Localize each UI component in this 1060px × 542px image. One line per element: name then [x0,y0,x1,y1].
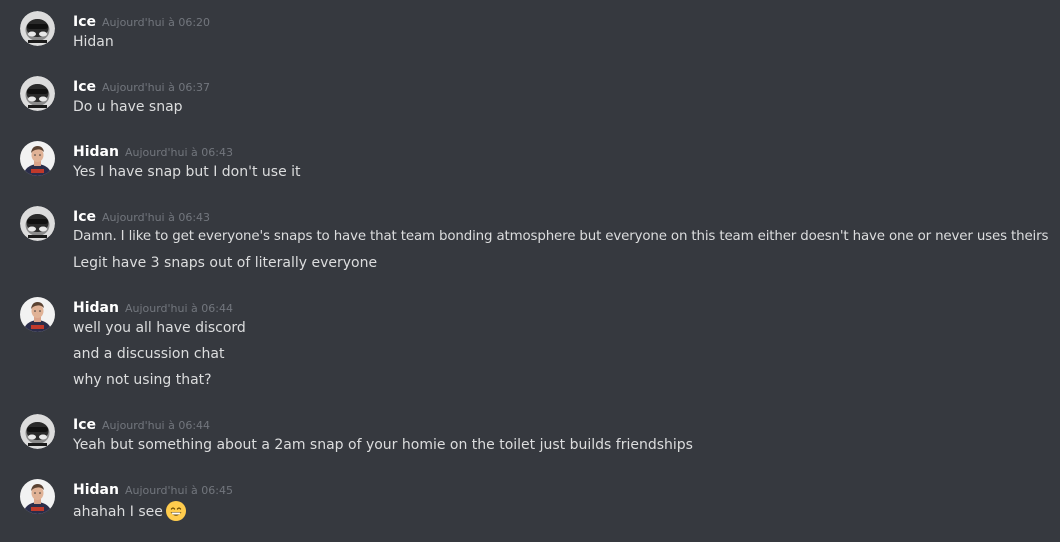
avatar[interactable] [20,76,55,111]
username[interactable]: Hidan [73,300,119,316]
timestamp: Aujourd'hui à 06:43 [102,211,211,224]
message-text: Do u have snap [73,99,183,115]
message-text: ahahah I see [73,500,187,522]
helmet-avatar-icon [20,11,55,46]
avatar[interactable] [20,11,55,46]
avatar[interactable] [20,206,55,241]
grinning-smile-emoji-icon [165,501,186,521]
username[interactable]: Hidan [73,482,119,498]
message-header: Ice Aujourd'hui à 06:43 [73,206,210,226]
avatar[interactable] [20,479,55,514]
timestamp: Aujourd'hui à 06:20 [102,16,211,29]
avatar[interactable] [20,297,55,332]
message-text: Damn. I like to get everyone's snaps to … [73,229,1049,244]
message-header: Ice Aujourd'hui à 06:20 [73,11,210,31]
username[interactable]: Ice [73,417,96,433]
timestamp: Aujourd'hui à 06:43 [124,146,233,159]
person-avatar-icon [20,479,55,514]
message-text: Yeah but something about a 2am snap of y… [73,437,693,453]
helmet-avatar-icon [20,76,55,111]
message-header: Hidan Aujourd'hui à 06:43 [73,141,233,161]
message-text: Hidan [73,34,114,50]
message-text-content: ahahah I see [73,504,163,520]
timestamp: Aujourd'hui à 06:44 [124,302,233,315]
helmet-avatar-icon [20,414,55,449]
message-header: Ice Aujourd'hui à 06:37 [73,76,210,96]
message-header: Hidan Aujourd'hui à 06:44 [73,297,233,317]
person-avatar-icon [20,297,55,332]
helmet-avatar-icon [20,206,55,241]
timestamp: Aujourd'hui à 06:44 [102,419,211,432]
message-text: and a discussion chat [73,346,225,362]
message-header: Hidan Aujourd'hui à 06:45 [73,479,233,499]
message-header: Ice Aujourd'hui à 06:44 [73,414,210,434]
message-text: Legit have 3 snaps out of literally ever… [73,255,378,271]
person-avatar-icon [20,141,55,176]
chat-messages[interactable]: Ice Aujourd'hui à 06:20 Hidan Ice Aujourd'… [0,0,1060,542]
timestamp: Aujourd'hui à 06:45 [124,484,233,497]
username[interactable]: Ice [73,14,96,30]
username[interactable]: Hidan [73,144,119,160]
avatar[interactable] [20,141,55,176]
message-text: Yes I have snap but I don't use it [73,164,301,180]
username[interactable]: Ice [73,79,96,95]
message-text: why not using that? [73,372,212,388]
avatar[interactable] [20,414,55,449]
username[interactable]: Ice [73,209,96,225]
message-text: well you all have discord [73,320,246,336]
timestamp: Aujourd'hui à 06:37 [102,81,211,94]
